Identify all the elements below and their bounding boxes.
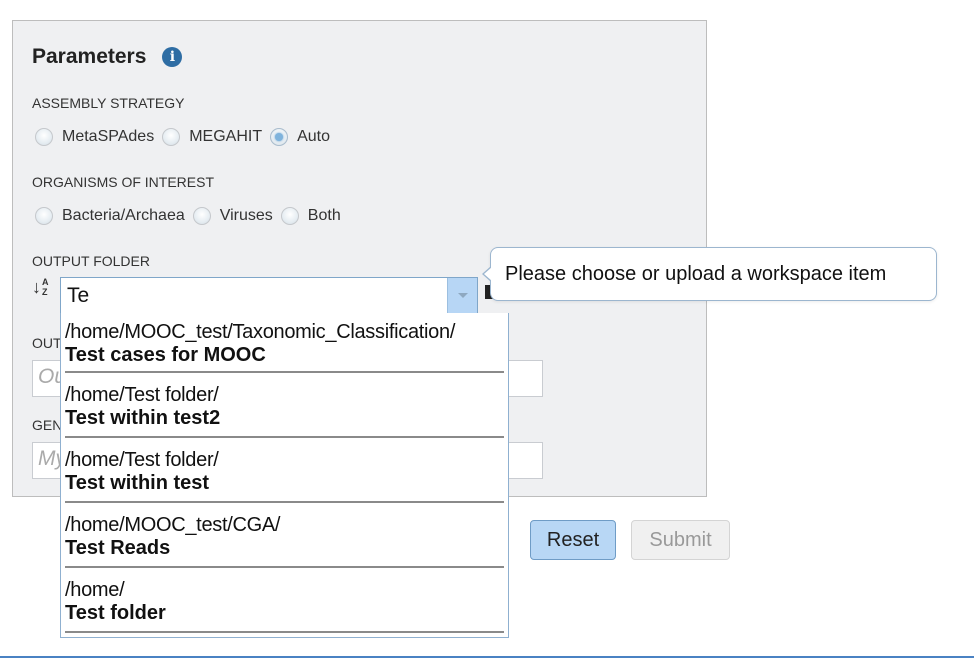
dropdown-item[interactable]: /home/Test folder/ Test within test2 <box>65 376 504 438</box>
sort-alpha-down-icon[interactable]: ↓ AZ <box>32 277 58 299</box>
output-name-label: OUT <box>32 335 62 351</box>
dropdown-item[interactable]: /home/MOOC_test/Taxonomic_Classification… <box>65 313 504 373</box>
dropdown-item-path: /home/MOOC_test/Taxonomic_Classification… <box>65 321 456 343</box>
organisms-radio-group: Bacteria/Archaea Viruses Both <box>35 207 349 225</box>
parameters-heading: Parameters i <box>32 45 183 69</box>
radio-auto[interactable] <box>270 128 289 146</box>
parameters-title: Parameters <box>32 45 147 68</box>
submit-button[interactable]: Submit <box>631 520 730 560</box>
radio-metaspades[interactable] <box>35 128 53 146</box>
dropdown-item-name: Test within test2 <box>65 407 221 429</box>
dropdown-item-path: /home/Test folder/ <box>65 449 219 471</box>
info-circle-icon[interactable]: i <box>162 47 183 67</box>
radio-label-viruses[interactable]: Viruses <box>220 207 273 225</box>
dropdown-item-name: Test within test <box>65 472 210 494</box>
dropdown-item[interactable]: /home/ Test folder <box>65 571 504 633</box>
radio-viruses[interactable] <box>192 207 211 225</box>
output-folder-combobox[interactable] <box>60 277 478 314</box>
radio-both[interactable] <box>280 207 299 225</box>
output-folder-dropdown: /home/MOOC_test/Taxonomic_Classification… <box>60 313 509 638</box>
radio-label-auto[interactable]: Auto <box>297 128 330 146</box>
assembly-strategy-label: ASSEMBLY STRATEGY <box>32 95 185 111</box>
dropdown-item[interactable]: /home/MOOC_test/CGA/ Test Reads <box>65 506 504 568</box>
radio-label-bacteria-archaea[interactable]: Bacteria/Archaea <box>62 207 185 225</box>
output-folder-input[interactable] <box>61 278 446 313</box>
reset-button[interactable]: Reset <box>530 520 616 560</box>
radio-label-megahit[interactable]: MEGAHIT <box>189 128 262 146</box>
chevron-down-icon[interactable] <box>447 278 477 313</box>
dropdown-item-name: Test folder <box>65 602 166 624</box>
dropdown-item-name: Test Reads <box>65 537 171 559</box>
assembly-strategy-radio-group: MetaSPAdes MEGAHIT Auto <box>35 128 338 146</box>
radio-bacteria-archaea[interactable] <box>35 207 53 225</box>
radio-label-metaspades[interactable]: MetaSPAdes <box>62 128 154 146</box>
dropdown-item-name: Test cases for MOOC <box>65 344 266 366</box>
genome-group-label: GEN <box>32 417 63 433</box>
validation-tooltip: Please choose or upload a workspace item <box>482 247 937 301</box>
radio-megahit[interactable] <box>162 128 181 146</box>
dropdown-item[interactable]: /home/Test folder/ Test within test <box>65 441 504 503</box>
dropdown-item-path: /home/MOOC_test/CGA/ <box>65 514 281 536</box>
dropdown-item-path: /home/ <box>65 579 125 601</box>
output-folder-label: OUTPUT FOLDER <box>32 253 150 269</box>
organisms-of-interest-label: ORGANISMS OF INTEREST <box>32 174 215 190</box>
dropdown-item-path: /home/Test folder/ <box>65 384 219 406</box>
radio-label-both[interactable]: Both <box>308 207 341 225</box>
